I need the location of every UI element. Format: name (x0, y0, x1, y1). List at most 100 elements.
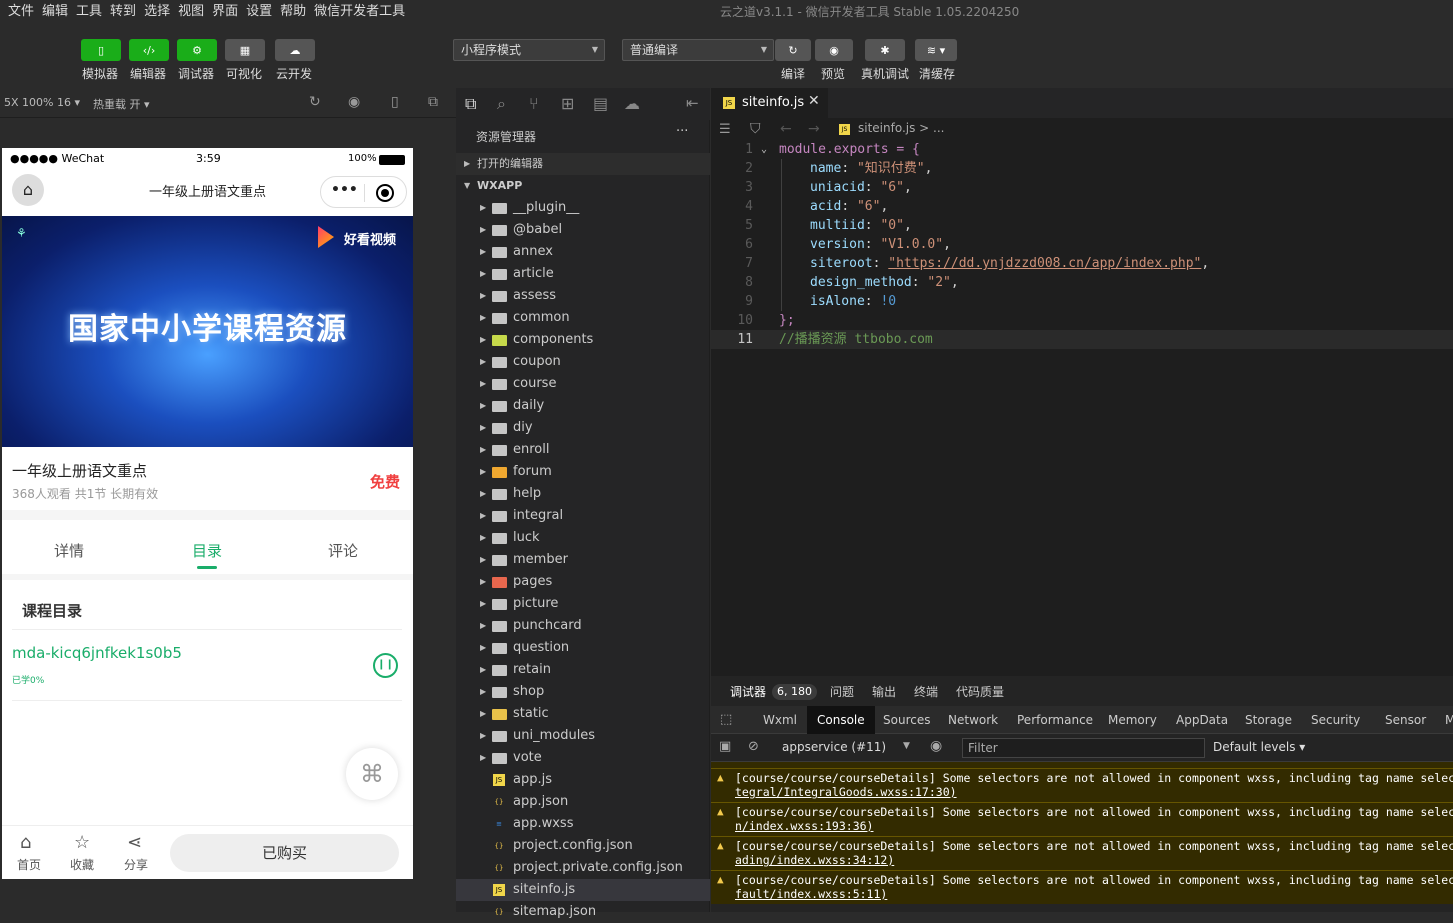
visual-button[interactable]: ▦ (225, 39, 265, 61)
star-icon[interactable]: ☆ (74, 832, 90, 853)
file-item[interactable]: JS app.js (456, 769, 710, 791)
panel-tab[interactable]: M (1445, 706, 1453, 734)
tab-details[interactable]: 详情 (54, 540, 84, 561)
tab-debugger[interactable]: 调试器 (730, 678, 766, 706)
search-icon[interactable]: ⌕ (497, 94, 506, 114)
menu-item[interactable]: 帮助 (276, 0, 310, 24)
forward-icon[interactable]: → (808, 121, 820, 137)
folder-item[interactable]: ▶ shop (456, 681, 710, 703)
panel-tab[interactable]: Network (948, 706, 998, 734)
folder-item[interactable]: ▶ forum (456, 461, 710, 483)
more-icon[interactable]: ••• (331, 182, 358, 198)
git-icon[interactable]: ⑂ (529, 94, 539, 113)
panel-tab[interactable]: Performance (1017, 706, 1093, 734)
docker-icon[interactable]: ☁ (624, 94, 640, 113)
refresh-icon[interactable]: ↻ (309, 94, 321, 110)
fav-label[interactable]: 收藏 (70, 856, 94, 873)
panel-icon[interactable]: ▤ (593, 94, 608, 113)
folder-item[interactable]: ▶ question (456, 637, 710, 659)
menu-item[interactable]: 视图 (174, 0, 208, 24)
folder-item[interactable]: ▶ daily (456, 395, 710, 417)
stop-icon[interactable]: ◉ (348, 94, 360, 110)
clear-icon[interactable]: ⊘ (748, 739, 759, 754)
panel-tab[interactable]: Wxml (763, 706, 797, 734)
file-item[interactable]: ≡ app.wxss (456, 813, 710, 835)
folder-item[interactable]: ▶ __plugin__ (456, 197, 710, 219)
tab-comments[interactable]: 评论 (328, 540, 358, 561)
log-source[interactable]: tegral/IntegralGoods.wxss:17:30) (735, 785, 957, 799)
folder-item[interactable]: ▶ enroll (456, 439, 710, 461)
file-item[interactable]: {} sitemap.json (456, 901, 710, 923)
menu-item[interactable]: 转到 (106, 0, 140, 24)
bookmark-icon[interactable]: ⛉ (750, 121, 761, 137)
folder-item[interactable]: ▶ member (456, 549, 710, 571)
files-icon[interactable]: ⧉ (465, 94, 476, 114)
panel-tab[interactable]: Sensor (1385, 706, 1426, 734)
panel-tab[interactable]: Console (807, 706, 875, 734)
compile-button[interactable]: ↻ (775, 39, 811, 61)
folder-item[interactable]: ▶ luck (456, 527, 710, 549)
preview-button[interactable]: ◉ (815, 39, 853, 61)
panel-tab[interactable]: Sources (883, 706, 930, 734)
home-icon[interactable]: ⌂ (20, 832, 31, 853)
panel-tab[interactable]: AppData (1176, 706, 1228, 734)
close-icon[interactable]: ✕ (808, 93, 820, 109)
folder-item[interactable]: ▶ help (456, 483, 710, 505)
panel-tab[interactable]: Memory (1108, 706, 1157, 734)
real-debug-button[interactable]: ✱ (865, 39, 905, 61)
mode-select[interactable]: 小程序模式 ▼ (453, 39, 605, 61)
folder-item[interactable]: ▶ coupon (456, 351, 710, 373)
folder-item[interactable]: ▶ punchcard (456, 615, 710, 637)
log-source[interactable]: n/index.wxss:193:36) (735, 819, 873, 833)
folder-item[interactable]: ▶ integral (456, 505, 710, 527)
share-label[interactable]: 分享 (124, 856, 148, 873)
open-editors-header[interactable]: ▶ 打开的编辑器 (456, 153, 710, 175)
folder-item[interactable]: ▶ @babel (456, 219, 710, 241)
back-icon[interactable]: ← (780, 121, 792, 137)
file-item[interactable]: {} app.json (456, 791, 710, 813)
folder-item[interactable]: ▶ common (456, 307, 710, 329)
zoom-select[interactable]: 5X 100% 16 ▾ (4, 96, 80, 109)
filter-input[interactable]: Filter (962, 738, 1205, 758)
folder-item[interactable]: ▶ annex (456, 241, 710, 263)
pause-icon[interactable]: ❙❙ (373, 653, 398, 678)
tab-code-quality[interactable]: 代码质量 (956, 678, 1004, 706)
folder-item[interactable]: ▶ uni_modules (456, 725, 710, 747)
share-icon[interactable]: ⋖ (127, 832, 142, 853)
bought-button[interactable]: 已购买 (170, 834, 399, 872)
close-circle-icon[interactable] (376, 184, 394, 202)
list-icon[interactable]: ☰ (719, 122, 731, 137)
debugger-button[interactable]: ⚙ (177, 39, 217, 61)
folder-item[interactable]: ▶ retain (456, 659, 710, 681)
root-folder[interactable]: ▼ WXAPP (456, 175, 710, 197)
extensions-icon[interactable]: ⊞ (561, 94, 574, 113)
tab-terminal[interactable]: 终端 (914, 678, 938, 706)
folder-item[interactable]: ▶ vote (456, 747, 710, 769)
grid-menu-icon[interactable]: ⌘ (346, 748, 398, 800)
folder-item[interactable]: ▶ static (456, 703, 710, 725)
menu-item[interactable]: 设置 (242, 0, 276, 24)
cloud-button[interactable]: ☁ (275, 39, 315, 61)
breadcrumb[interactable]: siteinfo.js > ... (858, 121, 945, 135)
menu-item[interactable]: 界面 (208, 0, 242, 24)
tab-siteinfo[interactable]: JS siteinfo.js ✕ (711, 88, 828, 118)
editor-button[interactable]: ‹/› (129, 39, 169, 61)
folder-item[interactable]: ▶ diy (456, 417, 710, 439)
menu-item[interactable]: 文件 (4, 0, 38, 24)
log-source[interactable]: ading/index.wxss:34:12) (735, 853, 894, 867)
panel-tab[interactable]: Storage (1245, 706, 1292, 734)
menu-item[interactable]: 工具 (72, 0, 106, 24)
levels-select[interactable]: Default levels ▾ (1213, 740, 1305, 754)
folder-item[interactable]: ▶ components (456, 329, 710, 351)
panel-tab[interactable]: Security (1311, 706, 1360, 734)
folder-item[interactable]: ▶ picture (456, 593, 710, 615)
menu-item[interactable]: 微信开发者工具 (310, 0, 409, 24)
folder-item[interactable]: ▶ assess (456, 285, 710, 307)
menu-item[interactable]: 编辑 (38, 0, 72, 24)
more-icon[interactable]: ··· (676, 124, 688, 139)
home-label[interactable]: 首页 (17, 856, 41, 873)
collapse-icon[interactable]: ⇤ (686, 94, 699, 112)
log-source[interactable]: fault/index.wxss:5:11) (735, 887, 887, 901)
inspect-icon[interactable]: ⬚ (720, 712, 732, 727)
file-item[interactable]: {} project.config.json (456, 835, 710, 857)
